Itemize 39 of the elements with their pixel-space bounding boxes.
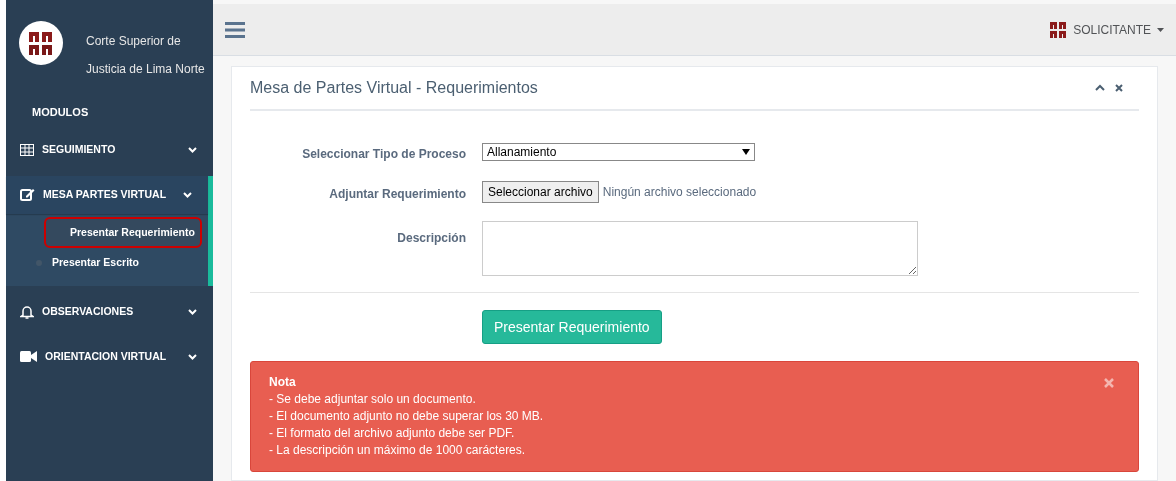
file-status: Ningún archivo seleccionado — [602, 184, 757, 201]
user-menu[interactable]: SOLICITANTE — [1049, 20, 1164, 39]
menu-item[interactable]: MESA PARTES VIRTUAL — [6, 175, 208, 214]
field-label: Seleccionar Tipo de Proceso — [301, 146, 466, 163]
select-value: Allanamiento — [487, 144, 558, 161]
field-label: Adjuntar Requerimiento — [328, 186, 466, 203]
close-icon[interactable] — [1115, 84, 1123, 92]
choose-file-button[interactable]: Seleccionar archivo — [482, 181, 599, 203]
bell-icon — [20, 304, 34, 319]
chevron-down-icon — [188, 308, 197, 315]
alert-title: Nota — [269, 374, 297, 391]
video-camera-icon — [20, 351, 37, 362]
alert-line: - La descripción un máximo de 1000 carácteres. — [269, 442, 527, 459]
panel-title: Mesa de Partes Virtual - Requerimientos — [250, 78, 539, 98]
menu-icon[interactable] — [225, 21, 245, 38]
caret-icon — [1157, 27, 1164, 32]
org-name: Justicia de Lima Norte — [86, 61, 205, 78]
collapse-icon[interactable] — [1095, 84, 1105, 92]
table-icon — [20, 143, 34, 156]
submenu-item[interactable]: Presentar Escrito — [50, 248, 202, 277]
avatar-icon — [1049, 20, 1068, 39]
menu-item[interactable]: OBSERVACIONES — [6, 292, 213, 331]
chevron-down-icon — [183, 191, 192, 198]
logo-icon — [18, 20, 64, 66]
menu-item[interactable]: ORIENTACION VIRTUAL — [6, 337, 213, 376]
alert-line: - Se debe adjuntar solo un documento. — [269, 391, 477, 408]
edit-icon — [20, 188, 35, 201]
alert-line: - El formato del archivo adjunto debe ser PDF. — [269, 425, 516, 442]
submenu-item[interactable]: Presentar Requerimiento — [44, 216, 202, 249]
section-label: MODULOS — [31, 105, 90, 120]
org-name: Corte Superior de — [86, 33, 182, 50]
menu-item[interactable]: SEGUIMIENTO — [6, 130, 213, 169]
chevron-down-icon — [188, 146, 197, 153]
process-select[interactable]: Allanamiento — [482, 143, 755, 161]
caret-icon — [742, 149, 750, 155]
description-field[interactable] — [482, 221, 918, 276]
field-label: Descripción — [396, 230, 466, 247]
chevron-down-icon — [188, 353, 197, 360]
alert-line: - El documento adjunto no debe superar los 30 MB. — [269, 408, 545, 425]
